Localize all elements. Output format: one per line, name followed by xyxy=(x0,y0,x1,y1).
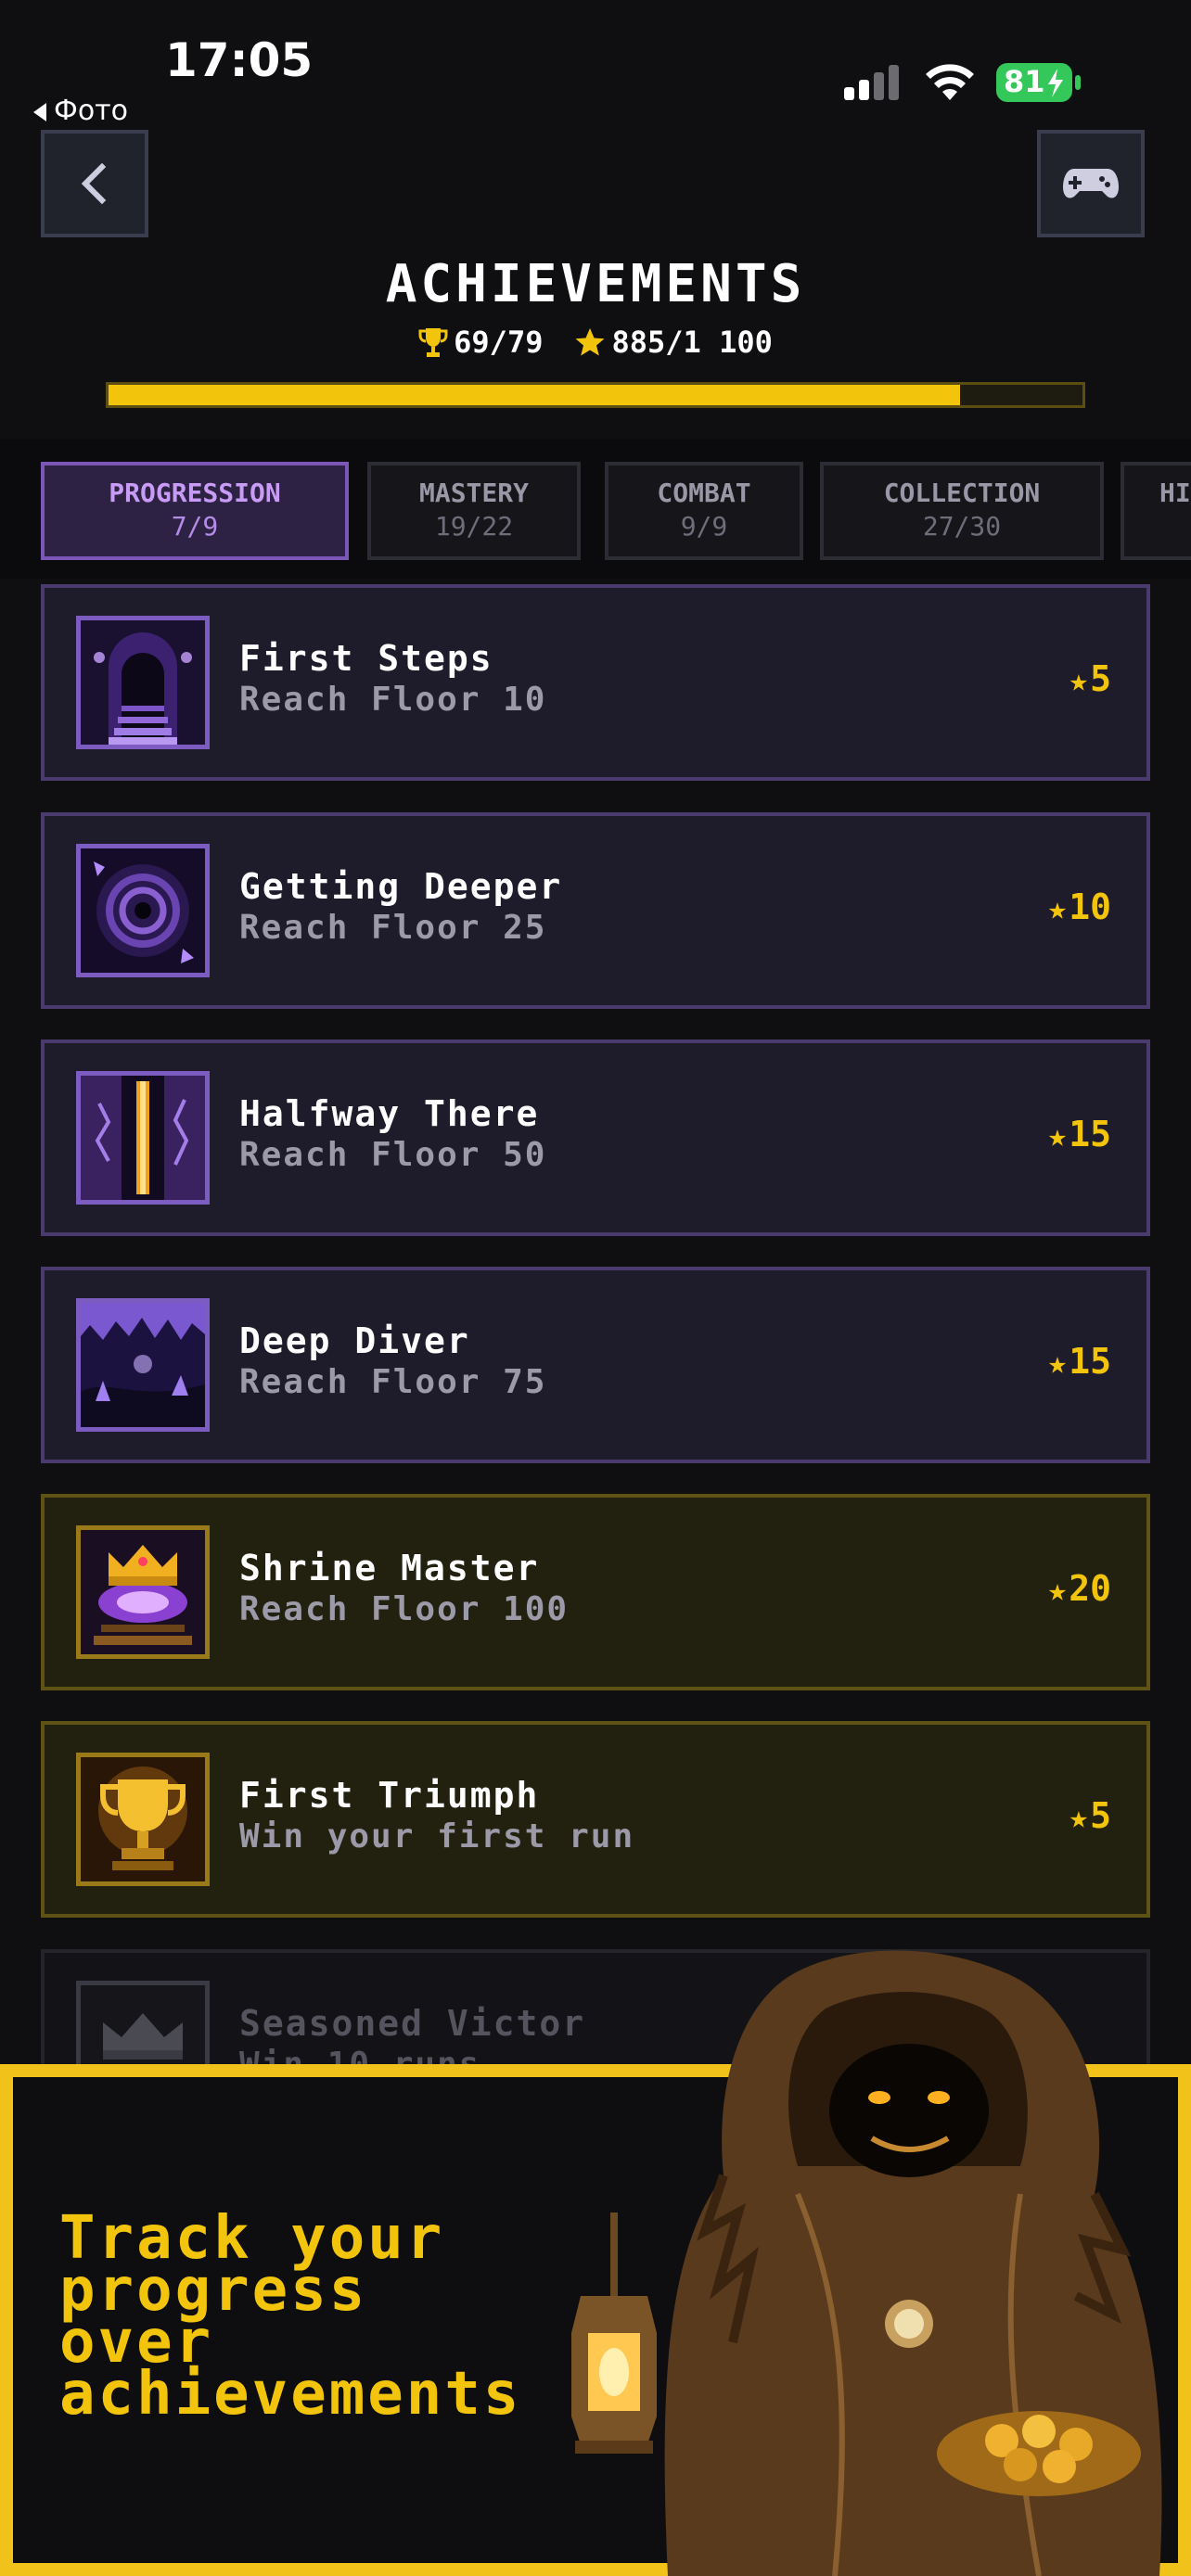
star-icon: ★ xyxy=(1069,662,1089,699)
back-triangle-icon xyxy=(33,102,46,121)
back-button[interactable] xyxy=(41,130,148,237)
achievement-desc: Reach Floor 75 xyxy=(239,1363,547,1401)
category-tabs: PROGRESSION 7/9 MASTERY 19/22 COMBAT 9/9… xyxy=(0,440,1191,579)
reward-value: 15 xyxy=(1069,1114,1111,1154)
trophy-icon xyxy=(418,328,448,357)
achievement-desc: Win your first run xyxy=(239,1817,635,1855)
crown-shrine-icon xyxy=(76,1525,210,1659)
hooded-merchant-illustration xyxy=(571,1950,1162,2576)
achievement-card[interactable]: Getting Deeper Reach Floor 25 ★10 xyxy=(41,812,1150,1009)
tab-mastery[interactable]: MASTERY 19/22 xyxy=(367,462,581,560)
achievement-card[interactable]: Deep Diver Reach Floor 75 ★15 xyxy=(41,1267,1150,1463)
glowing-portal-icon xyxy=(76,1071,210,1205)
tab-label: MASTERY xyxy=(418,478,529,508)
page-title: ACHIEVEMENTS xyxy=(385,254,806,314)
star-icon xyxy=(575,328,605,356)
achievement-name: Deep Diver xyxy=(239,1320,470,1361)
star-icon: ★ xyxy=(1047,890,1068,927)
achievement-name: Getting Deeper xyxy=(239,866,563,907)
reward-value: 15 xyxy=(1069,1341,1111,1382)
tab-label: HI xyxy=(1159,478,1191,508)
achievement-reward: ★5 xyxy=(1069,1795,1111,1836)
achievement-reward: ★20 xyxy=(1048,1568,1111,1609)
achievement-reward: ★10 xyxy=(1048,886,1111,927)
overall-progress-bar xyxy=(106,382,1085,408)
game-controller-button[interactable] xyxy=(1037,130,1145,237)
status-bar: 17:05 Фото 81 xyxy=(0,0,1191,127)
progress-fill xyxy=(109,385,960,405)
star-icon: ★ xyxy=(1069,1799,1089,1836)
achievement-stats: 69/79 885/1 100 xyxy=(0,325,1191,360)
achievement-name: Halfway There xyxy=(239,1093,540,1134)
gamepad-icon xyxy=(1063,169,1119,198)
status-time: 17:05 xyxy=(165,33,314,87)
achievement-card[interactable]: First Triumph Win your first run ★5 xyxy=(41,1721,1150,1918)
achievement-desc: Reach Floor 50 xyxy=(239,1136,547,1174)
battery-indicator: 81 xyxy=(996,61,1082,104)
tab-partial[interactable]: HI xyxy=(1121,462,1191,560)
trophy-icon xyxy=(76,1753,210,1886)
tab-count: 7/9 xyxy=(171,511,219,542)
tab-progression[interactable]: PROGRESSION 7/9 xyxy=(41,462,349,560)
tab-label: COLLECTION xyxy=(883,478,1041,508)
achievement-desc: Reach Floor 100 xyxy=(239,1590,570,1628)
reward-value: 10 xyxy=(1069,886,1111,927)
achievement-reward: ★5 xyxy=(1069,658,1111,699)
promo-banner: Track your progress over achievements xyxy=(0,1950,1191,2576)
achievement-desc: Reach Floor 25 xyxy=(239,909,547,947)
tab-count: 19/22 xyxy=(434,511,514,542)
wifi-icon xyxy=(926,64,974,100)
crystal-cavern-icon xyxy=(76,1298,210,1432)
achievement-reward: ★15 xyxy=(1048,1341,1111,1382)
tab-label: PROGRESSION xyxy=(109,478,281,508)
reward-value: 5 xyxy=(1090,658,1111,699)
tab-count: 9/9 xyxy=(680,511,728,542)
chevron-left-icon xyxy=(81,162,107,205)
dungeon-stairs-icon xyxy=(76,616,210,749)
achievement-name: First Steps xyxy=(239,638,493,679)
reward-value: 5 xyxy=(1090,1795,1111,1836)
back-app-label: Фото xyxy=(54,95,129,127)
achievement-card[interactable]: First Steps Reach Floor 10 ★5 xyxy=(41,584,1150,781)
trophy-count: 69/79 xyxy=(454,325,544,360)
tab-count: 27/30 xyxy=(922,511,1002,542)
star-icon: ★ xyxy=(1047,1117,1068,1154)
cellular-signal-icon xyxy=(844,65,899,100)
achievement-card[interactable]: Halfway There Reach Floor 50 ★15 xyxy=(41,1039,1150,1236)
achievement-card[interactable]: Shrine Master Reach Floor 100 ★20 xyxy=(41,1494,1150,1690)
achievement-name: Shrine Master xyxy=(239,1548,540,1588)
reward-value: 20 xyxy=(1069,1568,1111,1609)
tab-label: COMBAT xyxy=(657,478,751,508)
spiral-vortex-icon xyxy=(76,844,210,977)
tab-collection[interactable]: COLLECTION 27/30 xyxy=(820,462,1104,560)
star-icon: ★ xyxy=(1047,1572,1068,1609)
achievement-reward: ★15 xyxy=(1048,1114,1111,1154)
battery-level: 81 xyxy=(1004,64,1045,99)
achievement-name: First Triumph xyxy=(239,1775,540,1816)
tab-combat[interactable]: COMBAT 9/9 xyxy=(605,462,803,560)
star-icon: ★ xyxy=(1047,1345,1068,1382)
back-to-app-link[interactable]: Фото xyxy=(33,95,128,127)
achievement-desc: Reach Floor 10 xyxy=(239,681,547,719)
star-count: 885/1 100 xyxy=(611,325,773,360)
